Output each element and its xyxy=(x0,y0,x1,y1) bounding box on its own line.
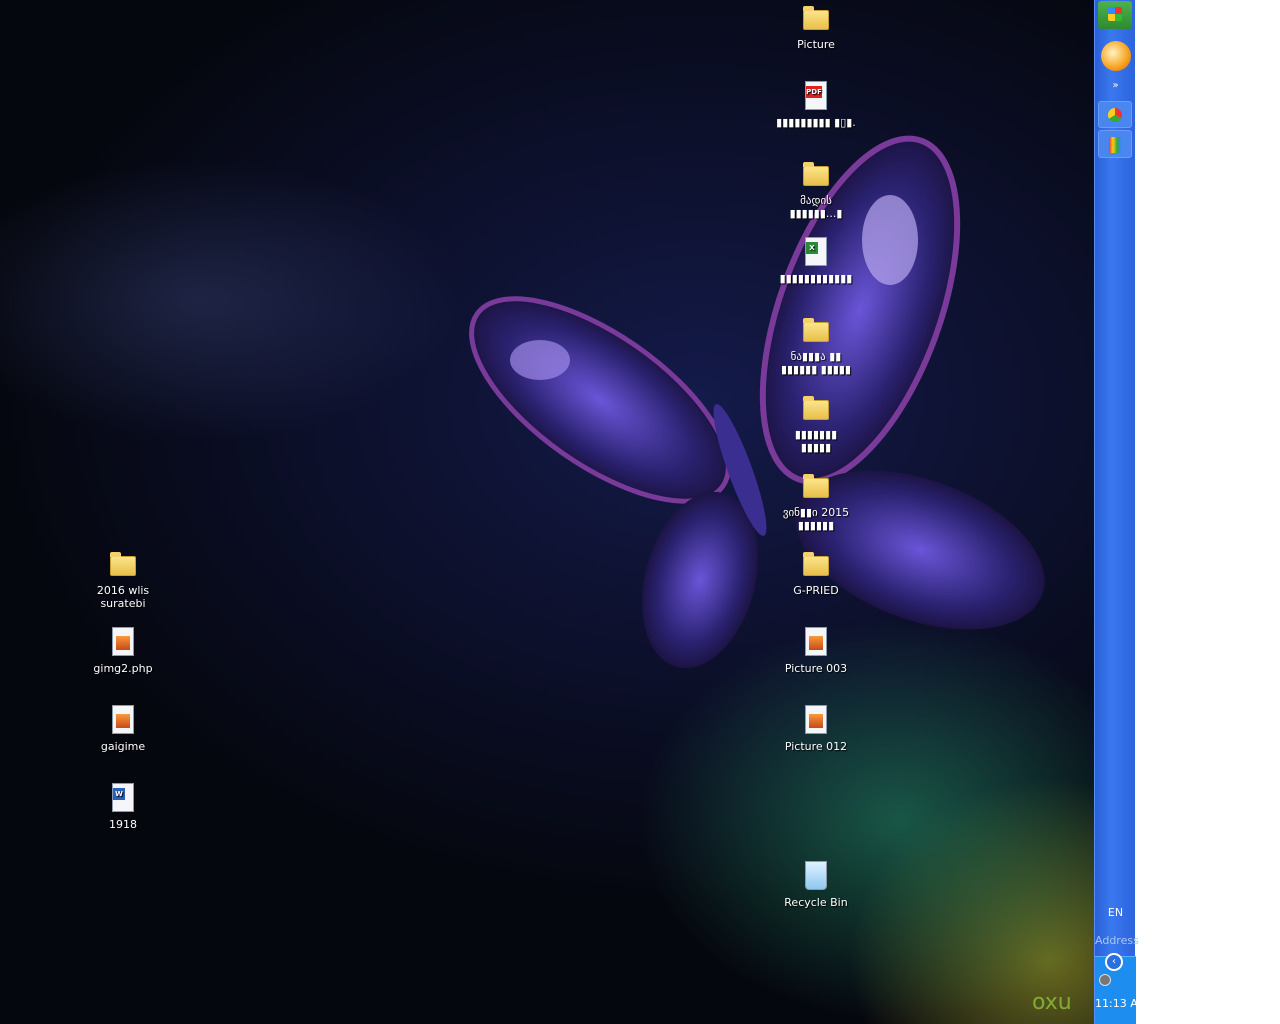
desktop-icon[interactable]: ნა▮▮▮ა ▮▮ ▮▮▮▮▮▮ ▮▮▮▮▮ xyxy=(771,314,861,376)
taskbar-chrome-button[interactable] xyxy=(1098,101,1132,128)
desktop-icon[interactable]: ვინ▮▮ი 2015 ▮▮▮▮▮▮ xyxy=(771,470,861,532)
folder-icon xyxy=(803,6,829,30)
icon-label: ნა▮▮▮ა ▮▮ ▮▮▮▮▮▮ ▮▮▮▮▮ xyxy=(780,350,852,376)
icon-label: gaigime xyxy=(100,740,146,753)
icon-label: gimg2.php xyxy=(93,662,153,675)
butterfly-wallpaper xyxy=(469,135,1045,669)
desktop-icon[interactable]: gimg2.php xyxy=(78,626,168,675)
icon-image: PDF xyxy=(800,80,832,112)
language-indicator[interactable]: EN xyxy=(1095,906,1136,919)
desktop-icon[interactable]: 2016 wlis suratebi xyxy=(78,548,168,610)
icon-image: W xyxy=(107,782,139,814)
icon-label: 2016 wlis suratebi xyxy=(96,584,150,610)
clock[interactable]: 11:13 AM xyxy=(1095,997,1136,1010)
pdf-file-icon: PDF xyxy=(805,81,827,110)
chrome-icon xyxy=(1108,108,1122,122)
desktop-icon[interactable]: PDF ▮▮▮▮▮▮▮▮▮ ▮▯▮. xyxy=(771,80,861,129)
icon-image xyxy=(800,470,832,502)
icon-image xyxy=(800,704,832,736)
windows-logo-icon xyxy=(1108,7,1122,21)
icon-image xyxy=(800,2,832,34)
desktop-icon[interactable]: მადის ▮▮▮▮▮▮...▮ xyxy=(771,158,861,220)
desktop-icon[interactable]: Picture 012 xyxy=(771,704,861,753)
icon-image: X xyxy=(800,236,832,268)
icon-label: მადის ▮▮▮▮▮▮...▮ xyxy=(789,194,843,220)
icon-label: ▮▮▮▮▮▮▮ ▮▮▮▮▮ xyxy=(794,428,838,454)
icon-label: Picture xyxy=(797,38,835,51)
icon-label: Picture 003 xyxy=(784,662,848,675)
folder-icon xyxy=(803,474,829,498)
icon-image xyxy=(107,548,139,580)
back-arrow-icon[interactable]: ‹ xyxy=(1105,953,1123,971)
icon-image xyxy=(800,626,832,658)
icon-image xyxy=(800,314,832,346)
icon-image xyxy=(800,158,832,190)
chevron-expand-icon[interactable]: » xyxy=(1095,80,1136,91)
recycle-bin-icon xyxy=(805,861,827,890)
icon-label: 1918 xyxy=(109,818,137,831)
icon-label: G-PRIED xyxy=(793,584,839,597)
start-button[interactable] xyxy=(1098,1,1132,29)
image-file-icon xyxy=(805,627,827,656)
icon-image xyxy=(800,392,832,424)
icon-label: ვინ▮▮ი 2015 ▮▮▮▮▮▮ xyxy=(782,506,850,532)
word-file-icon: W xyxy=(112,783,134,812)
desktop-icon[interactable]: Picture 003 xyxy=(771,626,861,675)
folder-icon xyxy=(803,552,829,576)
image-file-icon xyxy=(112,627,134,656)
folder-icon xyxy=(803,318,829,342)
folder-icon xyxy=(110,552,136,576)
gom-player-icon[interactable] xyxy=(1101,41,1131,71)
oxu-watermark: oxu xyxy=(1032,990,1072,1015)
icon-label: Recycle Bin xyxy=(784,896,848,909)
desktop-icon[interactable]: X ▮▮▮▮▮▮▮▮▮▮▮▮ xyxy=(771,236,861,285)
desktop-icon[interactable]: Recycle Bin xyxy=(771,860,861,909)
desktop-icon[interactable]: gaigime xyxy=(78,704,168,753)
system-tray: ‹ 11:13 AM xyxy=(1095,953,1136,1024)
desktop-icon[interactable]: ▮▮▮▮▮▮▮ ▮▮▮▮▮ xyxy=(771,392,861,454)
address-label: Address xyxy=(1095,934,1139,947)
desktop-icon[interactable]: Picture xyxy=(771,2,861,51)
icon-label: Picture 012 xyxy=(784,740,848,753)
image-file-icon xyxy=(805,705,827,734)
excel-file-icon: X xyxy=(805,237,827,266)
icon-label: ▮▮▮▮▮▮▮▮▮▮▮▮ xyxy=(779,272,853,285)
taskbar: » EN Address ‹ 11:13 AM xyxy=(1094,0,1139,1024)
icon-image xyxy=(800,860,832,892)
folder-icon xyxy=(803,396,829,420)
icon-label: ▮▮▮▮▮▮▮▮▮ ▮▯▮. xyxy=(776,116,856,129)
icon-image xyxy=(107,626,139,658)
image-file-icon xyxy=(112,705,134,734)
icon-image xyxy=(107,704,139,736)
desktop-icon[interactable]: G-PRIED xyxy=(771,548,861,597)
speaker-icon[interactable] xyxy=(1099,974,1111,986)
paint-icon xyxy=(1109,137,1121,153)
folder-icon xyxy=(803,162,829,186)
desktop: Picture PDF ▮▮▮▮▮▮▮▮▮ ▮▯▮. მადის ▮▮▮▮▮▮...▮… xyxy=(0,0,1094,1024)
icon-image xyxy=(800,548,832,580)
desktop-icon[interactable]: W 1918 xyxy=(78,782,168,831)
taskbar-paint-button[interactable] xyxy=(1098,130,1132,158)
